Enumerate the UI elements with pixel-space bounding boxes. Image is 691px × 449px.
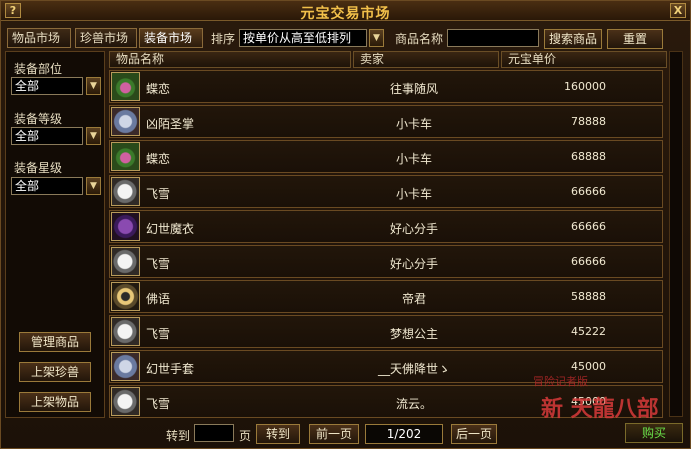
- table-row[interactable]: 幻世魔衣 好心分手 66666: [109, 210, 663, 243]
- item-name: 飞雪: [146, 257, 171, 271]
- item-name: 飞雪: [146, 397, 171, 411]
- ghost-icon: [111, 247, 140, 276]
- slot-label: 装备部位: [14, 62, 63, 76]
- unit-price: 45222: [571, 325, 606, 338]
- sort-select[interactable]: 按单价从高至低排列: [239, 29, 367, 47]
- item-name: 幻世魔衣: [146, 222, 195, 236]
- unit-price: 160000: [564, 80, 606, 93]
- buy-button[interactable]: 购买: [625, 423, 683, 443]
- level-label: 装备等级: [14, 112, 63, 126]
- tab-item-market[interactable]: 物品市场: [7, 28, 71, 48]
- item-name: 佛语: [146, 292, 171, 306]
- table-row[interactable]: 凶陌圣掌 小卡车 78888: [109, 105, 663, 138]
- watermark-small-text: 冒险记者版: [533, 375, 588, 388]
- goto-button[interactable]: 转到: [256, 424, 300, 444]
- sort-dropdown-arrow-icon[interactable]: ▼: [369, 29, 384, 47]
- column-header-row: 物品名称 卖家 元宝单价: [109, 51, 667, 68]
- item-name-label: 商品名称: [395, 32, 444, 46]
- list-scrollbar[interactable]: [669, 51, 683, 417]
- page-indicator: 1/202: [365, 424, 443, 444]
- seller-name: 流云。: [395, 397, 432, 411]
- robe-icon: [111, 212, 140, 241]
- level-select[interactable]: 全部: [11, 127, 83, 145]
- gauntlet-icon: [111, 352, 140, 381]
- game-logo-watermark: 冒险记者版 新 天龍八部: [527, 371, 687, 422]
- ghost-icon: [111, 177, 140, 206]
- prev-page-button[interactable]: 前一页: [309, 424, 359, 444]
- item-name: 蝶恋: [146, 152, 171, 166]
- table-row[interactable]: 飞雪 梦想公主 45222: [109, 315, 663, 348]
- seller-name: 往事随风: [389, 82, 438, 96]
- level-dropdown-arrow-icon[interactable]: ▼: [86, 127, 101, 145]
- seller-name: 小卡车: [395, 187, 432, 201]
- table-row[interactable]: 蝶恋 往事随风 160000: [109, 70, 663, 103]
- seller-name: 梦想公主: [389, 327, 438, 341]
- reset-button[interactable]: 重置: [607, 29, 663, 49]
- gem-amulet-icon: [111, 142, 140, 171]
- page-unit-label: 页: [239, 429, 252, 443]
- item-name: 凶陌圣掌: [146, 117, 195, 131]
- column-header-seller[interactable]: 卖家: [353, 51, 499, 68]
- close-button[interactable]: X: [670, 3, 686, 18]
- title-bar: ? 元宝交易市场 X: [1, 1, 690, 22]
- slot-dropdown-arrow-icon[interactable]: ▼: [86, 77, 101, 95]
- star-select[interactable]: 全部: [11, 177, 83, 195]
- tab-equipment-market[interactable]: 装备市场: [139, 28, 203, 48]
- gem-amulet-icon: [111, 72, 140, 101]
- seller-name: __天佛降世ゝ: [377, 362, 450, 376]
- gauntlet-icon: [111, 107, 140, 136]
- slot-select[interactable]: 全部: [11, 77, 83, 95]
- tab-pet-market[interactable]: 珍兽市场: [75, 28, 137, 48]
- manage-items-button[interactable]: 管理商品: [19, 332, 91, 352]
- seller-name: 好心分手: [389, 222, 438, 236]
- table-row[interactable]: 佛语 帝君 58888: [109, 280, 663, 313]
- watermark-logo-text: 新 天龍八部: [541, 396, 659, 422]
- page-number-input[interactable]: [194, 424, 234, 442]
- table-row[interactable]: 飞雪 好心分手 66666: [109, 245, 663, 278]
- table-row[interactable]: 飞雪 小卡车 66666: [109, 175, 663, 208]
- seller-name: 小卡车: [395, 152, 432, 166]
- unit-price: 66666: [571, 185, 606, 198]
- list-item-button[interactable]: 上架物品: [19, 392, 91, 412]
- next-page-button[interactable]: 后一页: [451, 424, 497, 444]
- item-name: 幻世手套: [146, 362, 195, 376]
- item-name-input[interactable]: [447, 29, 539, 47]
- window-title: 元宝交易市场: [300, 6, 391, 22]
- ghost-icon: [111, 317, 140, 346]
- seller-name: 好心分手: [389, 257, 438, 271]
- item-name: 蝶恋: [146, 82, 171, 96]
- column-header-price[interactable]: 元宝单价: [501, 51, 667, 68]
- unit-price: 58888: [571, 290, 606, 303]
- ghost-icon: [111, 387, 140, 416]
- sort-label: 排序: [211, 32, 236, 46]
- star-dropdown-arrow-icon[interactable]: ▼: [86, 177, 101, 195]
- search-button[interactable]: 搜索商品: [544, 29, 602, 49]
- market-window: ? 元宝交易市场 X 物品市场 珍兽市场 装备市场 排序 按单价从高至低排列 ▼…: [0, 0, 691, 449]
- star-label: 装备星级: [14, 161, 63, 175]
- column-header-name[interactable]: 物品名称: [109, 51, 351, 68]
- unit-price: 66666: [571, 220, 606, 233]
- item-name: 飞雪: [146, 327, 171, 341]
- unit-price: 78888: [571, 115, 606, 128]
- seller-name: 帝君: [401, 292, 426, 306]
- unit-price: 66666: [571, 255, 606, 268]
- seller-name: 小卡车: [395, 117, 432, 131]
- ring-icon: [111, 282, 140, 311]
- item-name: 飞雪: [146, 187, 171, 201]
- table-row[interactable]: 蝶恋 小卡车 68888: [109, 140, 663, 173]
- list-pet-button[interactable]: 上架珍兽: [19, 362, 91, 382]
- unit-price: 68888: [571, 150, 606, 163]
- goto-label: 转到: [166, 429, 191, 443]
